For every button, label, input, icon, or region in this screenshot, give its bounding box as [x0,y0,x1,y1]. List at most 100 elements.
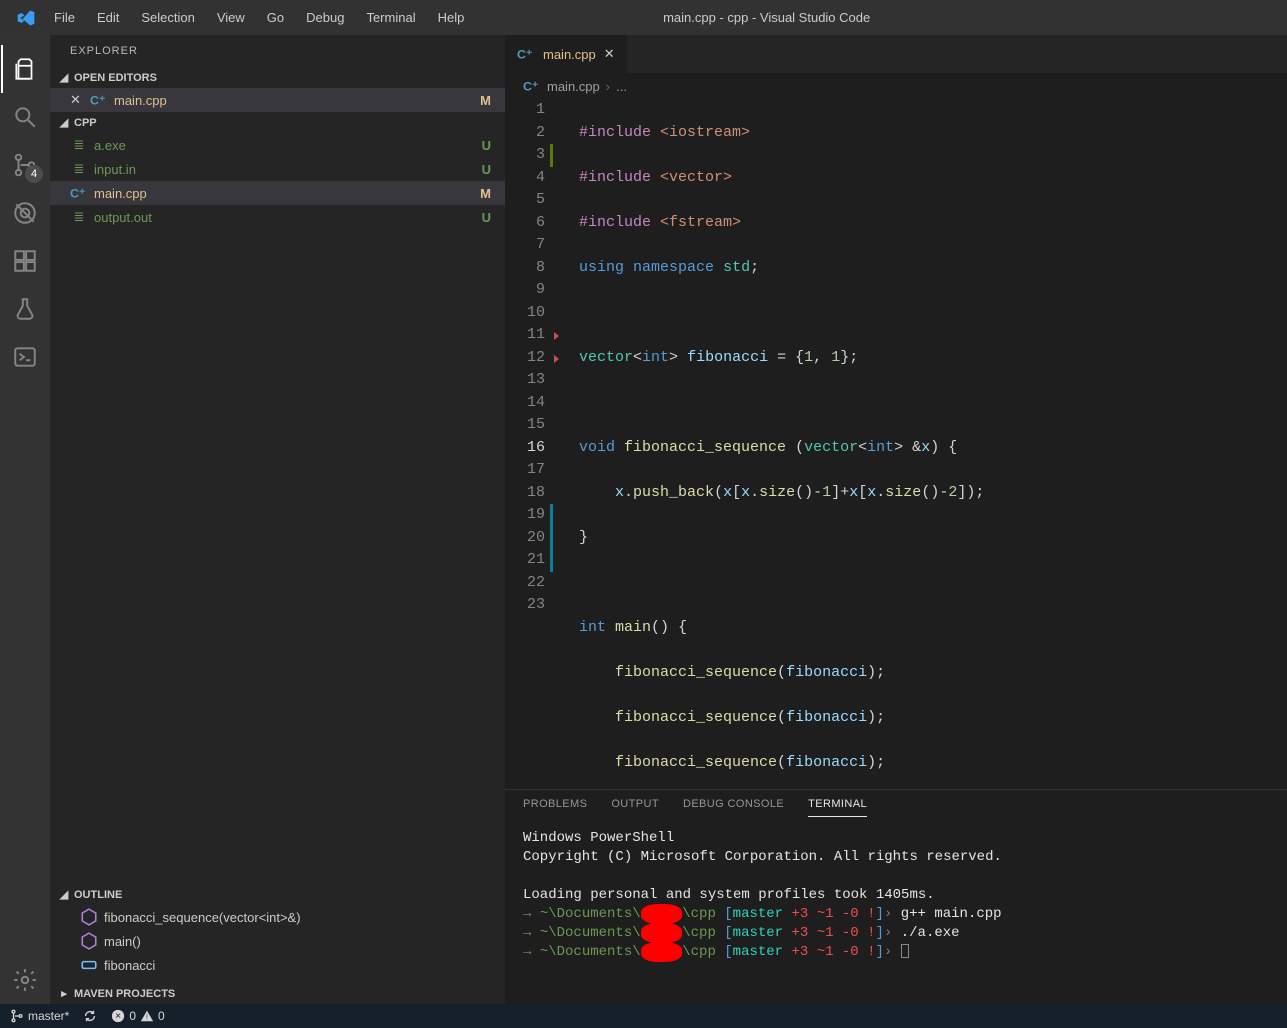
menu-bar: File Edit Selection View Go Debug Termin… [44,6,474,29]
powershell-icon[interactable] [1,333,49,381]
maven-header[interactable]: ▸ MAVEN PROJECTS [50,983,505,1004]
terminal[interactable]: Windows PowerShell Copyright (C) Microso… [505,821,1287,1004]
open-editors-header[interactable]: ◢ OPEN EDITORS [50,67,505,88]
chevron-down-icon: ◢ [58,116,70,129]
panel-tab-output[interactable]: OUTPUT [611,798,659,817]
code-content[interactable]: #include <iostream> #include <vector> #i… [563,99,1287,789]
open-editor-item[interactable]: ✕ C⁺ main.cpp M [50,88,505,112]
error-count: 0 [129,1009,136,1023]
svg-text:!: ! [146,1015,148,1022]
file-name: main.cpp [94,186,147,201]
test-icon[interactable] [1,285,49,333]
maven-label: MAVEN PROJECTS [74,988,175,1000]
branch-label: master* [28,1009,69,1023]
panel-tab-terminal[interactable]: TERMINAL [808,798,867,817]
terminal-line: Loading personal and system profiles too… [523,886,1269,905]
file-item[interactable]: C⁺ main.cpp M [50,181,505,205]
outline-header[interactable]: ◢ OUTLINE [50,884,505,905]
file-icon: ≣ [70,208,88,226]
panel-tab-problems[interactable]: PROBLEMS [523,798,587,817]
code-editor[interactable]: 1 2 3 4 5 6 7 8 9 10 11 12 13 14 15 16 1… [505,99,1287,789]
chevron-right-icon: › [606,79,610,94]
breadcrumb-file: main.cpp [547,79,600,94]
file-status: U [482,210,491,225]
menu-file[interactable]: File [44,6,85,29]
file-status: M [480,186,491,201]
cpp-file-icon: C⁺ [523,77,541,95]
outline-label: main() [104,934,141,949]
editor-area: C⁺ main.cpp ✕ C⁺ main.cpp › ... 1 2 3 4 … [505,35,1287,1004]
svg-text:C⁺: C⁺ [90,94,105,108]
file-icon: ≣ [70,136,88,154]
sidebar-title: EXPLORER [50,35,505,67]
folder-header[interactable]: ◢ CPP [50,112,505,133]
chevron-down-icon: ◢ [58,71,70,84]
terminal-line: → ~\Documents\xxxx\cpp [master +3 ~1 -0 … [523,905,1269,924]
terminal-line: → ~\Documents\xxxx\cpp [master +3 ~1 -0 … [523,924,1269,943]
explorer-icon[interactable] [1,45,49,93]
line-number-gutter: 1 2 3 4 5 6 7 8 9 10 11 12 13 14 15 16 1… [505,99,563,789]
breadcrumb-rest: ... [616,79,627,94]
window-title: main.cpp - cpp - Visual Studio Code [474,10,1059,25]
settings-icon[interactable] [1,956,49,1004]
tab-bar: C⁺ main.cpp ✕ [505,35,1287,73]
outline-item[interactable]: fibonacci [50,953,505,977]
file-name: input.in [94,162,136,177]
svg-text:C⁺: C⁺ [523,80,538,94]
outline-label: OUTLINE [74,889,122,901]
titlebar: File Edit Selection View Go Debug Termin… [0,0,1287,35]
status-sync[interactable] [83,1009,97,1023]
menu-go[interactable]: Go [257,6,294,29]
file-item[interactable]: ≣ output.out U [50,205,505,229]
menu-help[interactable]: Help [428,6,475,29]
panel-tab-debug-console[interactable]: DEBUG CONSOLE [683,798,784,817]
debug-icon[interactable] [1,189,49,237]
close-icon[interactable]: ✕ [70,92,84,108]
open-editors-label: OPEN EDITORS [74,72,157,84]
bottom-panel: PROBLEMS OUTPUT DEBUG CONSOLE TERMINAL W… [505,789,1287,1004]
sidebar: EXPLORER ◢ OPEN EDITORS ✕ C⁺ main.cpp M … [50,35,505,1004]
outline-item[interactable]: main() [50,929,505,953]
search-icon[interactable] [1,93,49,141]
menu-view[interactable]: View [207,6,255,29]
file-item[interactable]: ≣ input.in U [50,157,505,181]
file-icon: ≣ [70,160,88,178]
menu-terminal[interactable]: Terminal [356,6,425,29]
file-item[interactable]: ≣ a.exe U [50,133,505,157]
folder-label: CPP [74,117,97,129]
cpp-file-icon: C⁺ [90,91,108,109]
menu-debug[interactable]: Debug [296,6,354,29]
svg-text:C⁺: C⁺ [517,48,532,62]
svg-text:C⁺: C⁺ [70,187,85,201]
cpp-file-icon: C⁺ [70,184,88,202]
extensions-icon[interactable] [1,237,49,285]
source-control-icon[interactable]: 4 [1,141,49,189]
vscode-logo-icon [16,8,36,28]
outline-item[interactable]: fibonacci_sequence(vector<int>&) [50,905,505,929]
outline-label: fibonacci [104,958,155,973]
method-icon [80,908,98,926]
method-icon [80,932,98,950]
outline-label: fibonacci_sequence(vector<int>&) [104,910,301,925]
file-name: output.out [94,210,152,225]
terminal-line: Windows PowerShell [523,829,1269,848]
scm-badge: 4 [25,165,43,183]
activity-bar: 4 [0,35,50,1004]
warning-count: 0 [158,1009,165,1023]
close-icon[interactable]: ✕ [604,46,615,62]
menu-selection[interactable]: Selection [131,6,204,29]
status-bar: master* ✕ 0 ! 0 [0,1004,1287,1028]
panel-tabs: PROBLEMS OUTPUT DEBUG CONSOLE TERMINAL [505,790,1287,821]
variable-icon [80,956,98,974]
status-branch[interactable]: master* [10,1009,69,1023]
status-problems[interactable]: ✕ 0 ! 0 [111,1009,164,1023]
file-status: U [482,162,491,177]
tab-label: main.cpp [543,47,596,62]
menu-edit[interactable]: Edit [87,6,129,29]
editor-tab[interactable]: C⁺ main.cpp ✕ [505,35,628,73]
file-name: main.cpp [114,93,167,108]
breadcrumb[interactable]: C⁺ main.cpp › ... [505,73,1287,99]
chevron-down-icon: ◢ [58,888,70,901]
chevron-right-icon: ▸ [58,987,70,1000]
svg-text:✕: ✕ [115,1012,122,1021]
